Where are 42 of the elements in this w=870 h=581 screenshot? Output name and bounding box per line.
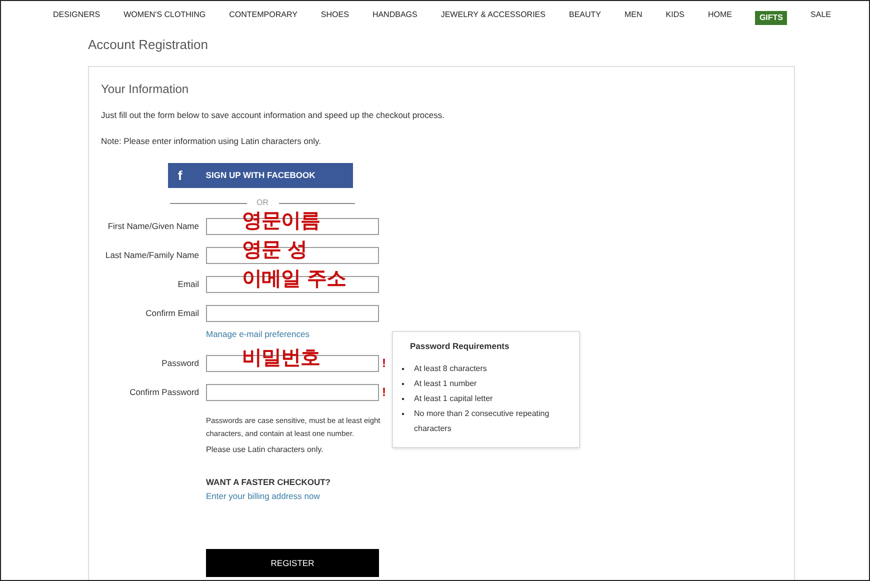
annotation: 이메일 주소 (242, 270, 346, 287)
intro-text: Just fill out the form below to save account information and speed up the checkout process. (101, 108, 444, 122)
requirement-text: No more than 2 consecutive repeating characters (414, 408, 550, 434)
facebook-button[interactable]: f SIGN UP WITH FACEBOOK (168, 163, 353, 188)
nav-link[interactable]: JEWELRY & ACCESSORIES (440, 8, 546, 20)
requirement-text: At least 1 capital letter (414, 392, 494, 405)
input-field[interactable] (206, 384, 379, 401)
nav-link[interactable]: SALE (810, 8, 831, 20)
email-preferences-link[interactable]: Manage e-mail preferences (206, 328, 310, 341)
requirements-title: Password Requirements (410, 340, 510, 352)
field-label: Last Name/Family Name (104, 249, 200, 262)
field-label: Password (160, 356, 200, 370)
annotation: 영문이름 (242, 212, 320, 229)
nav-link[interactable]: DESIGNERS (53, 8, 100, 20)
field-label: Email (176, 278, 200, 291)
divider-text: OR (256, 197, 268, 209)
annotation: 영문 성 (242, 241, 307, 258)
error-mark: ! (382, 355, 386, 372)
input-field[interactable] (206, 305, 379, 322)
latin-note: Please use Latin characters only. (206, 444, 324, 456)
section-title: Your Information (101, 80, 189, 98)
nav-link[interactable]: MEN (624, 8, 642, 20)
page-title: Account Registration (88, 36, 208, 54)
annotation: 비밀번호 (242, 348, 320, 366)
field-label: First Name/Given Name (106, 220, 200, 233)
facebook-icon: f (176, 166, 184, 186)
nav-link[interactable]: HOME (708, 8, 732, 20)
nav-link[interactable]: KIDS (666, 8, 684, 20)
requirement-text: At least 8 characters (414, 362, 488, 374)
field-label: Confirm Email (144, 307, 200, 320)
billing-address-link[interactable]: Enter your billing address now (206, 490, 320, 502)
nav-link[interactable]: WOMEN'S CLOTHING (124, 8, 206, 20)
note-text: Note: Please enter information using Latin characters only. (101, 135, 322, 148)
checkout-title: WANT A FASTER CHECKOUT? (206, 476, 331, 488)
error-mark: ! (382, 384, 386, 402)
register-button[interactable]: REGISTER (206, 549, 379, 578)
nav-link[interactable]: BEAUTY (568, 8, 601, 20)
nav-link[interactable]: CONTEMPORARY (229, 8, 298, 20)
requirement-text: At least 1 number (414, 378, 478, 390)
nav-link[interactable]: HANDBAGS (372, 8, 418, 20)
nav-link[interactable]: SHOES (320, 8, 349, 20)
field-label: Confirm Password (128, 386, 200, 399)
